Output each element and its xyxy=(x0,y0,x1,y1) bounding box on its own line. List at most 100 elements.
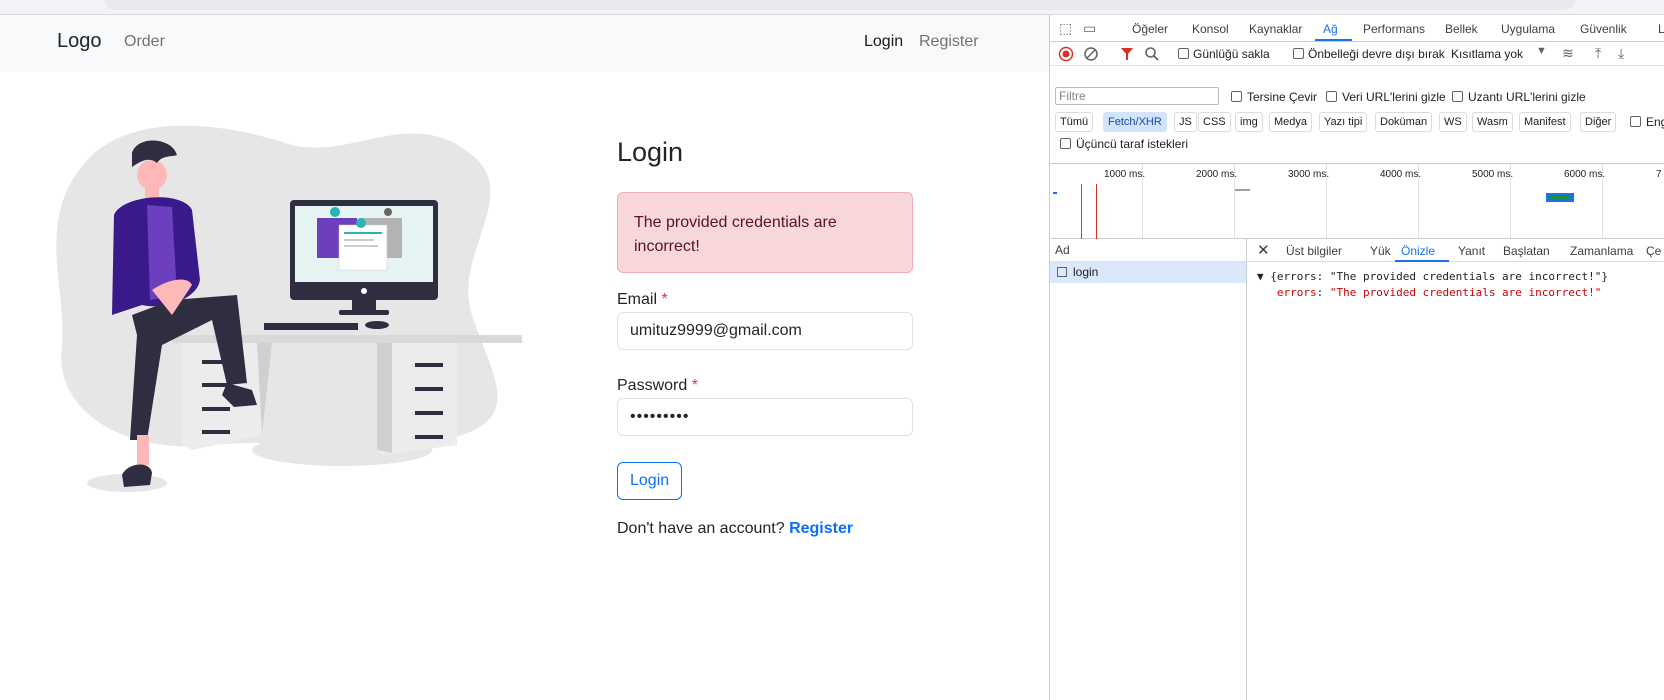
error-alert: The provided credentials are incorrect! xyxy=(617,192,913,273)
chip-css[interactable]: CSS xyxy=(1198,112,1231,132)
email-field[interactable]: umituz9999@gmail.com xyxy=(617,312,913,350)
login-illustration xyxy=(56,125,522,492)
timeline-request-bar xyxy=(1053,192,1057,194)
required-marker: * xyxy=(691,377,698,394)
tab-initiator[interactable]: Başlatan xyxy=(1503,244,1550,258)
address-bar[interactable] xyxy=(105,0,1575,10)
tab-security[interactable]: Güvenlik xyxy=(1580,22,1627,36)
screen: Logo Order Login Register Login The prov… xyxy=(0,0,1664,700)
preserve-log-label: Günlüğü sakla xyxy=(1193,47,1270,61)
expand-triangle-icon[interactable]: ▼ xyxy=(1257,270,1270,283)
tab-application[interactable]: Uygulama xyxy=(1501,22,1555,36)
chip-ws[interactable]: WS xyxy=(1439,112,1467,132)
network-conditions-icon[interactable]: ≋ xyxy=(1562,45,1574,62)
request-list: Ad login xyxy=(1050,239,1247,700)
disable-cache-checkbox[interactable] xyxy=(1293,48,1304,59)
json-key: errors xyxy=(1276,286,1317,299)
close-icon[interactable]: ✕ xyxy=(1257,241,1270,259)
password-field[interactable]: ••••••••• xyxy=(617,398,913,436)
clear-icon[interactable] xyxy=(1083,46,1099,62)
tab-sources[interactable]: Kaynaklar xyxy=(1249,22,1302,36)
dom-content-loaded-marker xyxy=(1081,184,1082,239)
chip-other[interactable]: Diğer xyxy=(1580,112,1617,132)
invert-checkbox[interactable] xyxy=(1231,91,1242,102)
json-root: {errors: "The provided credentials are i… xyxy=(1270,270,1609,283)
email-label-text: Email xyxy=(617,291,658,308)
register-link[interactable]: Register xyxy=(789,520,853,537)
network-filter-bar: Filtre Tersine Çevir Veri URL'lerini giz… xyxy=(1050,66,1664,164)
tab-overflow[interactable]: L xyxy=(1658,22,1664,36)
timeline-tick: 7 xyxy=(1656,169,1662,180)
chip-manifest[interactable]: Manifest xyxy=(1519,112,1571,132)
nav-login-link[interactable]: Login xyxy=(864,33,903,51)
export-har-icon[interactable]: ⤓ xyxy=(1618,45,1624,62)
chip-font[interactable]: Yazı tipi xyxy=(1319,112,1368,132)
chip-document[interactable]: Doküman xyxy=(1375,112,1433,132)
timeline-tick: 6000 ms. xyxy=(1564,169,1606,180)
json-value: "The provided credentials are incorrect!… xyxy=(1329,286,1602,299)
register-prompt: Don't have an account? Register xyxy=(617,520,853,538)
register-prompt-text: Don't have an account? xyxy=(617,520,785,537)
document-icon xyxy=(1057,267,1067,277)
tab-headers[interactable]: Üst bilgiler xyxy=(1286,244,1342,258)
inspect-element-icon[interactable]: ⬚ xyxy=(1059,20,1072,37)
blocked-requests-label: Eng xyxy=(1646,115,1664,129)
tab-memory[interactable]: Bellek xyxy=(1445,22,1478,36)
device-toolbar-icon[interactable]: ▭ xyxy=(1083,20,1096,37)
tab-performance[interactable]: Performans xyxy=(1363,22,1425,36)
load-marker xyxy=(1096,184,1097,239)
network-timeline[interactable]: 1000 ms. 2000 ms. 3000 ms. 4000 ms. 5000… xyxy=(1050,164,1664,239)
page-title: Login xyxy=(617,137,684,167)
navbar: Logo Order Login Register xyxy=(0,15,1049,72)
login-button[interactable]: Login xyxy=(617,462,683,500)
tab-elements[interactable]: Öğeler xyxy=(1132,22,1168,36)
nav-order-link[interactable]: Order xyxy=(124,33,165,51)
network-toolbar: Günlüğü sakla Önbelleği devre dışı bırak… xyxy=(1050,42,1664,66)
tab-cookies[interactable]: Çe xyxy=(1646,244,1661,258)
tab-preview[interactable]: Önizle xyxy=(1401,244,1435,258)
email-label: Email * xyxy=(617,291,668,309)
chip-media[interactable]: Medya xyxy=(1269,112,1313,132)
tab-response[interactable]: Yanıt xyxy=(1458,244,1485,258)
name-column-header[interactable]: Ad xyxy=(1050,239,1246,262)
tab-network[interactable]: Ağ xyxy=(1323,22,1338,36)
password-label: Password * xyxy=(617,377,698,395)
timeline-tick: 4000 ms. xyxy=(1380,169,1422,180)
chip-wasm[interactable]: Wasm xyxy=(1472,112,1513,132)
hide-ext-urls-checkbox[interactable] xyxy=(1452,91,1463,102)
active-tab-indicator xyxy=(1315,39,1352,41)
tab-payload[interactable]: Yük xyxy=(1370,244,1391,258)
throttling-select[interactable]: Kısıtlama yok xyxy=(1451,47,1523,61)
hide-data-urls-label: Veri URL'lerini gizle xyxy=(1342,90,1446,104)
tab-console[interactable]: Konsol xyxy=(1192,22,1229,36)
devtools-tabbar: ⬚ ▭ Öğeler Konsol Kaynaklar Ağ Performan… xyxy=(1050,15,1664,42)
chip-all[interactable]: Tümü xyxy=(1055,112,1094,132)
details-tabbar: ✕ Üst bilgiler Yük Önizle Yanıt Başlatan… xyxy=(1247,239,1664,262)
request-row[interactable]: login xyxy=(1050,262,1246,283)
request-name: login xyxy=(1073,265,1099,279)
import-har-icon[interactable]: ⤒ xyxy=(1595,45,1601,62)
preserve-log-checkbox[interactable] xyxy=(1178,48,1189,59)
chip-js[interactable]: JS xyxy=(1174,112,1197,132)
required-marker: * xyxy=(661,291,668,308)
timeline-request-bar xyxy=(1549,195,1569,200)
search-icon[interactable] xyxy=(1144,46,1160,62)
blocked-requests-checkbox[interactable] xyxy=(1630,116,1641,127)
filter-icon[interactable] xyxy=(1120,46,1134,62)
hide-data-urls-checkbox[interactable] xyxy=(1326,91,1337,102)
invert-label: Tersine Çevir xyxy=(1247,90,1318,104)
nav-register-link[interactable]: Register xyxy=(919,33,979,51)
third-party-label: Üçüncü taraf istekleri xyxy=(1076,137,1189,151)
chip-img[interactable]: img xyxy=(1235,112,1263,132)
timeline-tick: 1000 ms. xyxy=(1104,169,1146,180)
disable-cache-label: Önbelleği devre dışı bırak xyxy=(1308,47,1445,61)
third-party-checkbox[interactable] xyxy=(1060,138,1071,149)
filter-input[interactable]: Filtre xyxy=(1055,87,1219,105)
chip-fetch-xhr[interactable]: Fetch/XHR xyxy=(1103,112,1167,132)
brand-logo[interactable]: Logo xyxy=(57,30,102,53)
chevron-down-icon[interactable]: ▼ xyxy=(1536,45,1547,57)
tab-timing[interactable]: Zamanlama xyxy=(1570,244,1633,258)
timeline-request-bar xyxy=(1235,189,1250,191)
browser-toolbar xyxy=(0,0,1664,15)
record-icon[interactable] xyxy=(1058,46,1074,62)
